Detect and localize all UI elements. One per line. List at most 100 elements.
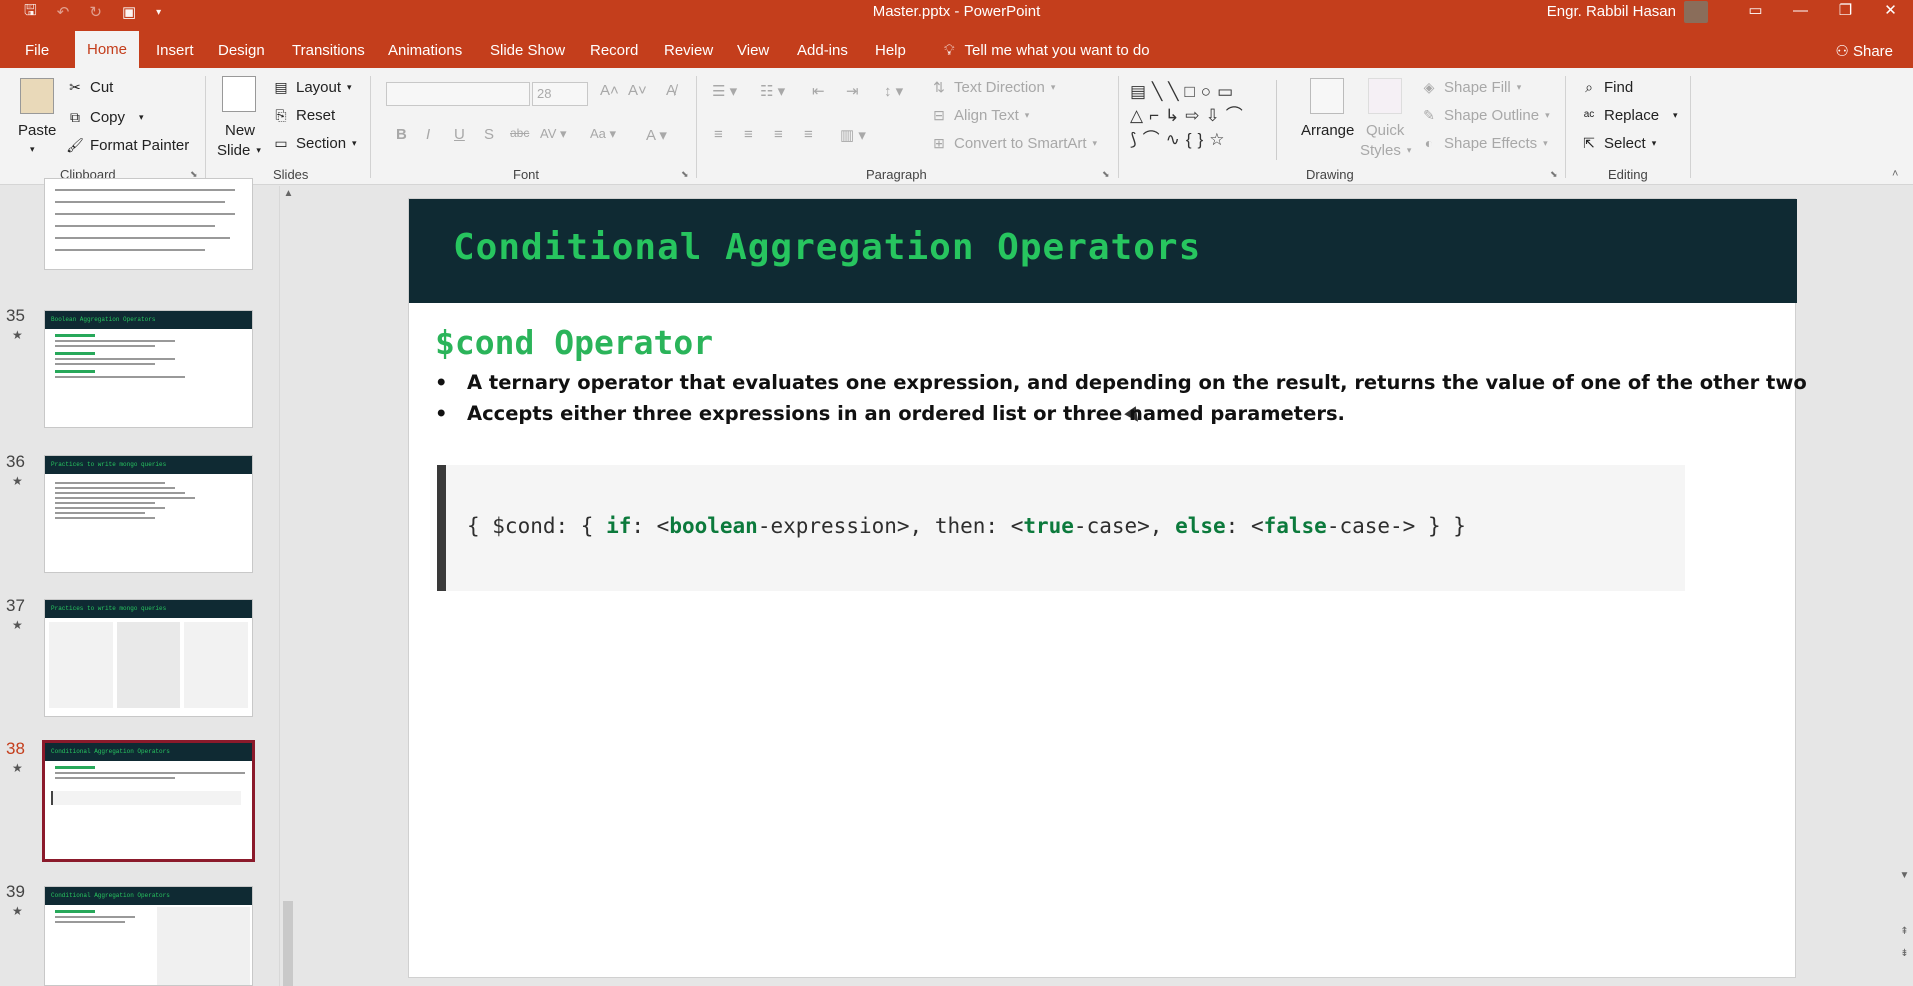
slide-thumbnail[interactable]: Practices to write mongo queries <box>44 599 253 717</box>
minimize-icon[interactable]: — <box>1778 0 1823 24</box>
collapse-ribbon-icon[interactable]: ˄ <box>1892 168 1898 180</box>
shape-outline-button[interactable]: ✎ Shape Outline ▾ <box>1420 106 1549 124</box>
slide-scrollbar[interactable]: ▼ ⇞ ⇟ <box>1896 186 1913 986</box>
quick-styles-button[interactable]: Styles ▾ <box>1360 142 1411 159</box>
find-button[interactable]: ⌕ Find <box>1580 78 1633 96</box>
bullet-list[interactable]: A ternary operator that evaluates one ex… <box>435 371 1807 433</box>
line-spacing-icon[interactable]: ↕ ▾ <box>884 82 903 100</box>
tab-add-ins[interactable]: Add-ins <box>797 42 848 59</box>
font-launcher-icon[interactable]: ⬊ <box>681 169 689 180</box>
previous-slide-icon[interactable]: ⇞ <box>1896 926 1913 937</box>
scroll-up-icon[interactable]: ▲ <box>280 188 297 199</box>
tab-transitions[interactable]: Transitions <box>292 42 365 59</box>
bold-icon[interactable]: B <box>396 126 407 143</box>
paragraph-launcher-icon[interactable]: ⬊ <box>1102 169 1110 180</box>
text-direction-button[interactable]: ⇅ Text Direction ▾ <box>930 78 1055 96</box>
new-slide-button[interactable]: Slide ▾ <box>217 142 261 159</box>
close-icon[interactable]: ✕ <box>1868 0 1913 24</box>
tab-review[interactable]: Review <box>664 42 713 59</box>
tab-home[interactable]: Home <box>75 31 140 68</box>
tab-record[interactable]: Record <box>590 42 638 59</box>
tab-view[interactable]: View <box>737 42 769 59</box>
tab-insert[interactable]: Insert <box>156 42 194 59</box>
replace-button[interactable]: ac Replace ▾ <box>1580 106 1678 124</box>
decrease-font-size-icon[interactable]: A˅ <box>628 82 647 99</box>
shapes-gallery-scroll[interactable] <box>1276 80 1290 160</box>
clear-formatting-icon[interactable]: A̸ <box>666 82 676 99</box>
next-slide-icon[interactable]: ⇟ <box>1896 948 1913 959</box>
tab-help[interactable]: Help <box>875 42 906 59</box>
arrange-button[interactable]: Arrange <box>1301 122 1354 139</box>
section-button[interactable]: ▭ Section ▾ <box>272 134 356 152</box>
thumbnail-title: Boolean Aggregation Operators <box>45 311 252 329</box>
drawing-group-label: Drawing <box>1306 167 1354 182</box>
slide-thumbnail-selected[interactable]: Conditional Aggregation Operators <box>42 740 255 862</box>
divider <box>205 76 206 178</box>
drawing-launcher-icon[interactable]: ⬊ <box>1550 169 1558 180</box>
convert-smartart-button[interactable]: ⊞ Convert to SmartArt ▾ <box>930 134 1097 152</box>
divider <box>370 76 371 178</box>
code-segment: -expression>, then: < <box>757 514 1024 538</box>
shapes-gallery[interactable]: ▤╲╲□○▭ △⌐↳⇨⇩⌒ ⟆⌒∿{}☆ <box>1130 80 1280 160</box>
share-button[interactable]: ⚇ Share <box>1835 42 1893 60</box>
slide-header-banner: Conditional Aggregation Operators <box>409 199 1797 303</box>
scroll-down-icon[interactable]: ▼ <box>1896 870 1913 881</box>
copy-button[interactable]: ⧉ Copy ▾ <box>66 108 144 126</box>
tab-animations[interactable]: Animations <box>388 42 462 59</box>
strikethrough-icon[interactable]: abc <box>510 126 529 140</box>
select-button[interactable]: ⇱ Select ▾ <box>1580 134 1656 152</box>
person-icon: ⚇ <box>1835 43 1853 60</box>
layout-button[interactable]: ▤ Layout ▾ <box>272 78 351 96</box>
avatar[interactable] <box>1684 1 1708 23</box>
ribbon-display-options-icon[interactable]: ▭ <box>1733 0 1778 24</box>
slide-thumbnail[interactable]: Boolean Aggregation Operators <box>44 310 253 428</box>
align-right-icon[interactable]: ≡ <box>774 126 783 143</box>
align-center-icon[interactable]: ≡ <box>744 126 753 143</box>
scrollbar-thumb[interactable] <box>283 901 293 986</box>
font-color-icon[interactable]: A ▾ <box>646 126 667 144</box>
lightbulb-icon: 💡︎ <box>944 42 955 59</box>
font-size-input[interactable]: 28 <box>532 82 588 106</box>
layout-icon: ▤ <box>274 79 288 95</box>
restore-icon[interactable]: ❐ <box>1823 0 1868 24</box>
italic-icon[interactable]: I <box>426 126 430 143</box>
user-name[interactable]: Engr. Rabbil Hasan <box>1547 3 1676 20</box>
code-block[interactable]: { $cond: { if: <boolean-expression>, the… <box>437 465 1685 591</box>
tab-slide-show[interactable]: Slide Show <box>490 42 565 59</box>
format-painter-button[interactable]: 🖌︎ Format Painter <box>66 136 189 154</box>
reset-button[interactable]: ⎘ Reset <box>272 106 335 124</box>
change-case-icon[interactable]: Aa ▾ <box>590 126 616 142</box>
shape-fill-label: Shape Fill <box>1444 78 1511 96</box>
slide-thumbnail[interactable]: Conditional Aggregation Operators <box>44 886 253 986</box>
slide-title[interactable]: Conditional Aggregation Operators <box>453 227 1201 268</box>
tell-me-search[interactable]: 💡︎ Tell me what you want to do <box>944 42 1150 59</box>
thumbnail-scrollbar[interactable]: ▲ <box>279 186 296 986</box>
text-shadow-icon[interactable]: S <box>484 126 494 143</box>
bullets-icon[interactable]: ☰ ▾ <box>712 82 737 100</box>
justify-icon[interactable]: ≡ <box>804 126 813 143</box>
quick-styles-label-1[interactable]: Quick <box>1366 122 1404 139</box>
align-text-button[interactable]: ⊟ Align Text ▾ <box>930 106 1029 124</box>
new-slide-label-1[interactable]: New <box>225 122 255 139</box>
numbering-icon[interactable]: ☷ ▾ <box>760 82 785 100</box>
tab-design[interactable]: Design <box>218 42 265 59</box>
slide-canvas[interactable]: Conditional Aggregation Operators $cond … <box>408 198 1807 978</box>
font-name-input[interactable] <box>386 82 530 106</box>
slide-thumbnail[interactable] <box>44 178 253 270</box>
shape-fill-button[interactable]: ◈ Shape Fill ▾ <box>1420 78 1522 96</box>
select-label: Select <box>1604 134 1646 152</box>
increase-font-size-icon[interactable]: A˄ <box>600 82 619 99</box>
columns-icon[interactable]: ▥ ▾ <box>840 126 866 144</box>
paste-button[interactable]: Paste <box>18 122 56 139</box>
shape-effects-button[interactable]: ◐ Shape Effects ▾ <box>1420 134 1548 152</box>
paste-dropdown-icon[interactable]: ▾ <box>30 144 35 155</box>
cut-button[interactable]: ✂ Cut <box>66 78 113 96</box>
slide-subtitle[interactable]: $cond Operator <box>435 323 713 362</box>
underline-icon[interactable]: U <box>454 126 465 143</box>
character-spacing-icon[interactable]: AV ▾ <box>540 126 567 142</box>
align-left-icon[interactable]: ≡ <box>714 126 723 143</box>
decrease-indent-icon[interactable]: ⇤ <box>812 82 825 100</box>
tab-file[interactable]: File <box>25 42 49 59</box>
slide-thumbnail[interactable]: Practices to write mongo queries <box>44 455 253 573</box>
increase-indent-icon[interactable]: ⇥ <box>846 82 859 100</box>
